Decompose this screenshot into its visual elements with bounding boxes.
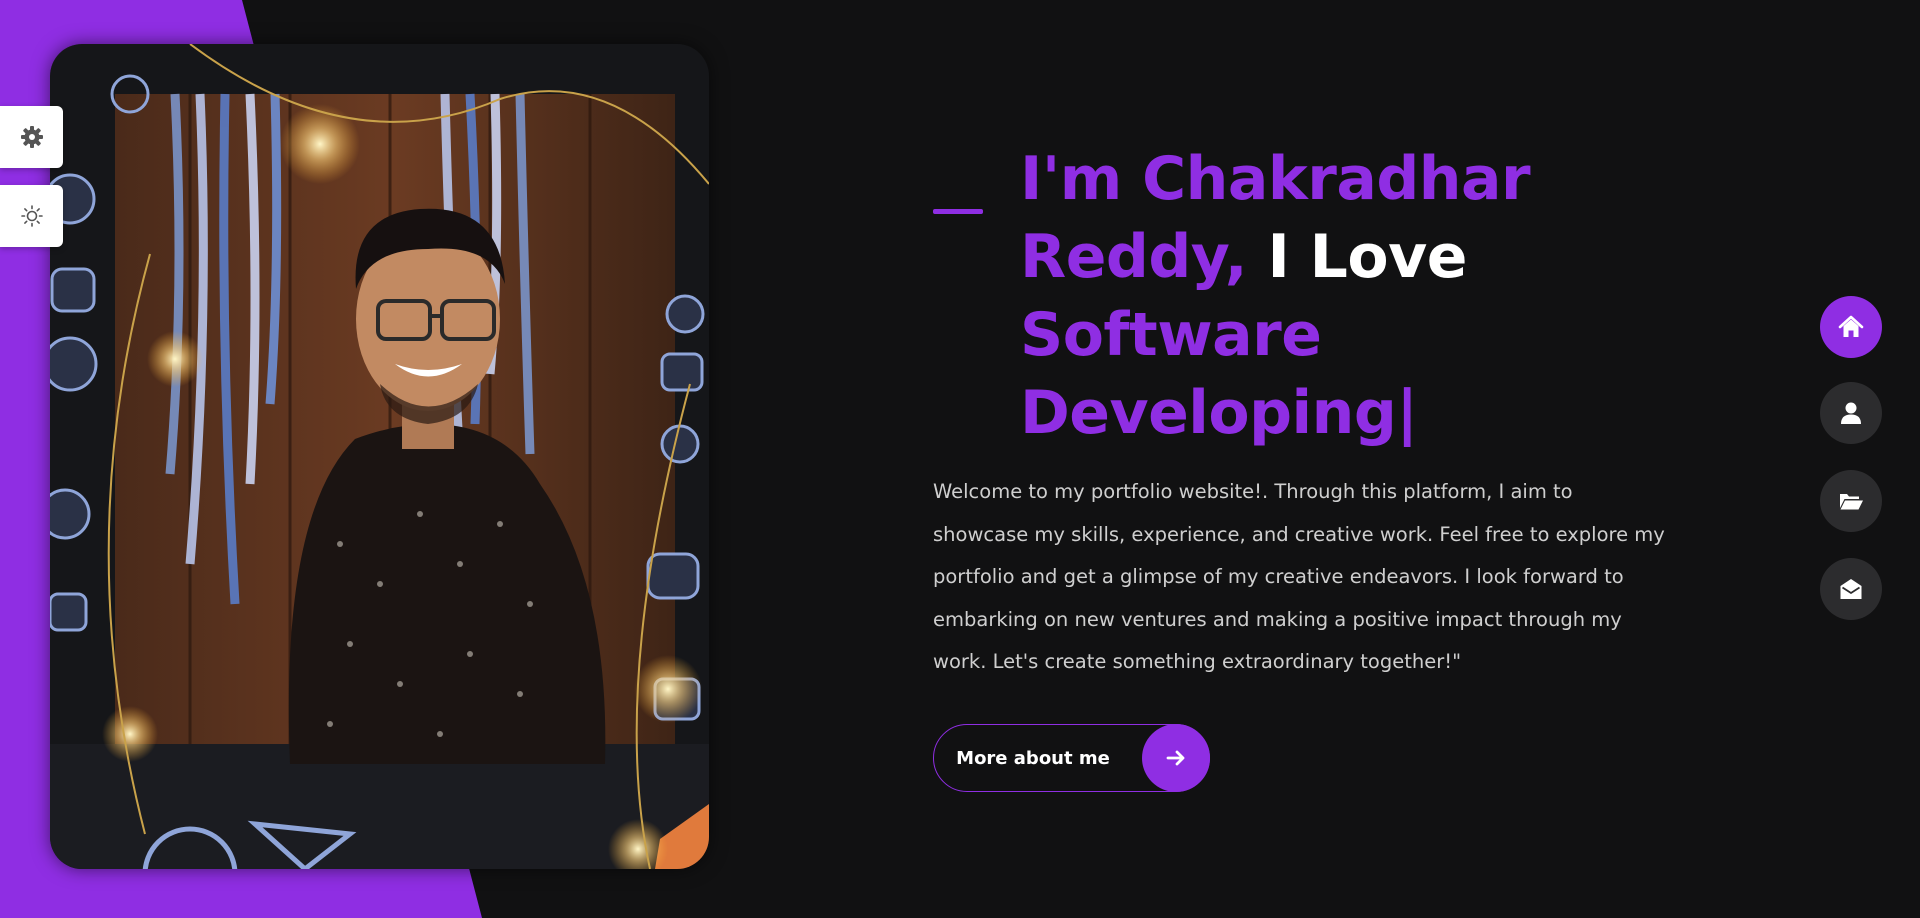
folder-open-icon bbox=[1840, 494, 1863, 510]
arrow-button-circle bbox=[1142, 724, 1210, 792]
profile-photo-illustration bbox=[50, 44, 709, 869]
profile-photo bbox=[50, 44, 709, 869]
home-icon bbox=[1838, 315, 1864, 337]
headline-typed-text: Software Developing| bbox=[1020, 300, 1418, 448]
hero-headline: I'm Chakradhar Reddy, I Love Software De… bbox=[1020, 140, 1580, 452]
headline-highlight: I Love bbox=[1267, 222, 1467, 292]
page: I'm Chakradhar Reddy, I Love Software De… bbox=[0, 0, 1920, 918]
settings-button[interactable] bbox=[0, 106, 63, 168]
theme-toggle-button[interactable] bbox=[0, 185, 63, 247]
arrow-right-icon bbox=[1166, 750, 1185, 766]
nav-portfolio-button[interactable] bbox=[1820, 470, 1882, 532]
envelope-open-icon bbox=[1840, 579, 1862, 599]
nav-home-button[interactable] bbox=[1820, 296, 1882, 358]
more-about-me-label: More about me bbox=[956, 747, 1110, 769]
sun-icon bbox=[20, 205, 43, 227]
nav-contact-button[interactable] bbox=[1820, 558, 1882, 620]
intro-paragraph: Welcome to my portfolio website!. Throug… bbox=[933, 480, 1665, 673]
more-about-me-button[interactable]: More about me bbox=[933, 724, 1210, 792]
nav-about-button[interactable] bbox=[1820, 382, 1882, 444]
headline-accent-dash bbox=[933, 209, 983, 214]
gear-icon bbox=[20, 126, 43, 148]
user-icon bbox=[1841, 402, 1861, 424]
